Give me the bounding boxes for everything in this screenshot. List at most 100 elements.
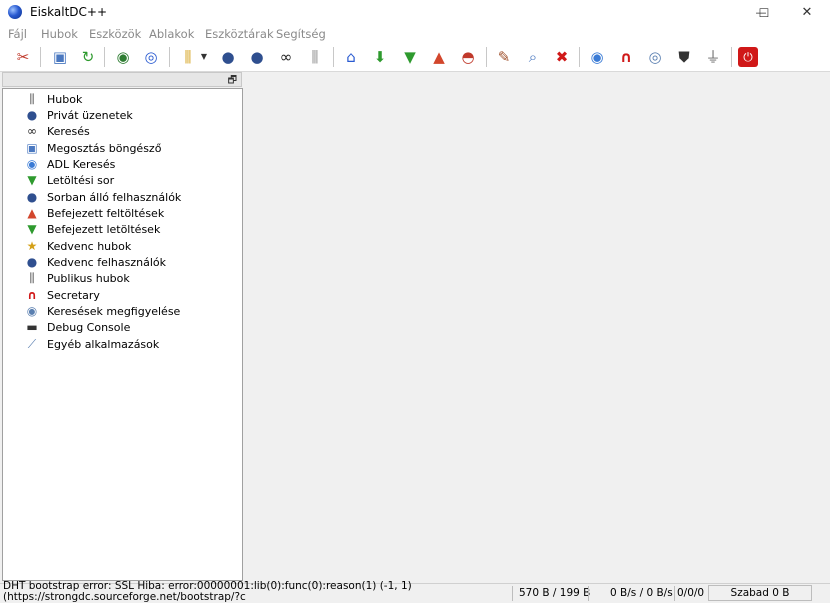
toolbar-separator <box>333 47 334 67</box>
sidebar-item-label: Megosztás böngésző <box>47 141 162 155</box>
finished-downloads-icon[interactable]: ▼ <box>399 46 421 68</box>
close-all-icon[interactable]: ✖ <box>551 46 573 68</box>
shield-icon[interactable]: ⛊ <box>673 46 695 68</box>
share-browser-icon: ▣ <box>26 141 38 155</box>
home-icon[interactable]: ⌂ <box>340 46 362 68</box>
adl-search-icon[interactable]: ◉ <box>586 46 608 68</box>
favorite-hubs-icon: ★ <box>26 239 38 253</box>
close-button[interactable]: ✕ <box>784 0 830 25</box>
dropdown-arrow-icon[interactable]: ▼ <box>198 46 210 68</box>
sidebar-item-label: Secretary <box>47 288 100 302</box>
sidebar-item-download-queue[interactable]: ▼ Letöltési sor <box>25 172 114 188</box>
sidebar-item-label: Egyéb alkalmazások <box>47 337 160 351</box>
search-spy-icon[interactable]: ◎ <box>644 46 666 68</box>
sidebar-item-label: Sorban álló felhasználók <box>47 190 182 204</box>
refresh-icon[interactable]: ↻ <box>77 46 99 68</box>
user-icon[interactable]: ● <box>246 46 268 68</box>
sidebar-item-label: Privát üzenetek <box>47 108 133 122</box>
toolbar-separator <box>731 47 732 67</box>
status-transfer: 570 B / 199 B <box>519 587 591 599</box>
adl-search-icon: ◉ <box>26 157 38 171</box>
sidebar-item-label: Kedvenc felhasználók <box>47 255 166 269</box>
sidebar-item-private-messages[interactable]: ● Privát üzenetek <box>25 107 133 123</box>
waiting-users-icon: ● <box>26 190 38 204</box>
status-free-space: Szabad 0 B <box>708 585 812 601</box>
connect-icon[interactable]: ◉ <box>112 46 134 68</box>
magnet-icon: ∩ <box>27 288 37 302</box>
status-separator <box>674 586 675 601</box>
sidebar-item-label: Debug Console <box>47 320 131 334</box>
status-separator <box>588 586 589 601</box>
menu-help[interactable]: Segítség <box>276 27 326 41</box>
menu-toolbars[interactable]: Eszköztárak <box>205 27 274 41</box>
find-icon[interactable]: ⌕ <box>522 46 544 68</box>
finished-downloads-icon: ▼ <box>27 222 37 236</box>
sidebar-item-label: ADL Keresés <box>47 157 116 171</box>
sidebar-item-label: Letöltési sor <box>47 173 115 187</box>
console-icon: ▬ <box>26 320 38 334</box>
title-bar: EiskaltDC++ — <box>0 0 830 25</box>
quit-icon[interactable]: ⏻ <box>738 47 758 67</box>
other-apps-icon: ⟋ <box>27 337 37 351</box>
sidebar-item-other-apps[interactable]: ⟋ Egyéb alkalmazások <box>25 336 159 352</box>
filter-icon[interactable]: ⏚ <box>702 46 724 68</box>
disconnect-icon[interactable]: ◎ <box>140 46 162 68</box>
menu-file[interactable]: Fájl <box>8 27 27 41</box>
secretary-icon[interactable]: ∩ <box>615 46 637 68</box>
toolbar-separator <box>486 47 487 67</box>
favorite-users-icon: ● <box>26 255 38 269</box>
sidebar-item-label: Keresések megfigyelése <box>47 304 181 318</box>
toolbar-separator <box>104 47 105 67</box>
download-queue-icon: ▼ <box>27 173 37 187</box>
favorite-users-icon[interactable]: ● <box>217 46 239 68</box>
menu-tools[interactable]: Eszközök <box>89 27 141 41</box>
sidebar-tree: ⫼ Hubok ● Privát üzenetek ∞ Keresés ▣ Me… <box>2 88 243 581</box>
sidebar-item-share-browser[interactable]: ▣ Megosztás böngésző <box>25 140 161 156</box>
search-binoculars-icon[interactable]: ∞ <box>275 46 297 68</box>
hub-icon[interactable]: ⫼ <box>304 46 326 68</box>
file-list-icon[interactable]: ▣ <box>49 46 71 68</box>
clear-icon[interactable]: ✎ <box>493 46 515 68</box>
status-slots: 0/0/0 <box>677 587 705 599</box>
binoculars-icon: ∞ <box>27 124 37 138</box>
sidebar-item-debug-console[interactable]: ▬ Debug Console <box>25 319 130 335</box>
sidebar-item-search-spy[interactable]: ◉ Keresések megfigyelése <box>25 303 181 319</box>
sidebar-item-label: Hubok <box>47 92 83 106</box>
menu-windows[interactable]: Ablakok <box>149 27 194 41</box>
speed-limit-icon[interactable]: ◓ <box>457 46 479 68</box>
sidebar-item-finished-uploads[interactable]: ▲ Befejezett feltöltések <box>25 205 164 221</box>
sidebar-panel-header: 🗗 <box>2 72 242 87</box>
sidebar-item-favorite-hubs[interactable]: ★ Kedvenc hubok <box>25 238 132 254</box>
sidebar-item-public-hubs[interactable]: ⫼ Publikus hubok <box>25 270 130 286</box>
sidebar-item-search[interactable]: ∞ Keresés <box>25 123 90 139</box>
public-hubs-icon[interactable]: ⫼ <box>177 46 199 68</box>
mdi-workspace[interactable] <box>244 72 830 582</box>
finished-uploads-icon[interactable]: ▲ <box>428 46 450 68</box>
main-toolbar: ✂ ▣ ↻ ◉ ◎ ⫼ ▼ ● ● ∞ ⫼ ⌂ ⬇ ▼ ▲ ◓ ✎ ⌕ ✖ ◉ … <box>0 43 830 72</box>
sidebar-item-secretary[interactable]: ∩ Secretary <box>25 287 100 303</box>
private-message-icon: ● <box>26 108 38 122</box>
sidebar-item-label: Befejezett letöltések <box>47 222 161 236</box>
maximize-button[interactable]: ☐ <box>741 0 787 25</box>
toolbar-separator <box>40 47 41 67</box>
sidebar-item-label: Publikus hubok <box>47 271 130 285</box>
sidebar-item-adl-search[interactable]: ◉ ADL Keresés <box>25 156 116 172</box>
sidebar-item-waiting-users[interactable]: ● Sorban álló felhasználók <box>25 189 182 205</box>
sidebar-item-finished-downloads[interactable]: ▼ Befejezett letöltések <box>25 221 160 237</box>
status-separator <box>512 586 513 601</box>
menu-hubs[interactable]: Hubok <box>41 27 78 41</box>
sidebar-item-label: Keresés <box>47 124 90 138</box>
search-spy-icon: ◉ <box>26 304 38 318</box>
settings-tools-icon[interactable]: ✂ <box>12 46 34 68</box>
sidebar-item-hubs[interactable]: ⫼ Hubok <box>25 91 82 107</box>
menu-bar: Fájl Hubok Eszközök Ablakok Eszköztárak … <box>0 25 830 43</box>
finished-uploads-icon: ▲ <box>27 206 37 220</box>
toolbar-separator <box>579 47 580 67</box>
sidebar-item-label: Befejezett feltöltések <box>47 206 165 220</box>
download-queue-icon[interactable]: ⬇ <box>369 46 391 68</box>
toolbar-separator <box>169 47 170 67</box>
sidebar-item-favorite-users[interactable]: ● Kedvenc felhasználók <box>25 254 166 270</box>
public-hubs-icon: ⫼ <box>29 271 35 285</box>
status-speed: 0 B/s / 0 B/s <box>610 587 673 599</box>
status-message: DHT bootstrap error: SSL Hiba: error:000… <box>3 581 412 603</box>
